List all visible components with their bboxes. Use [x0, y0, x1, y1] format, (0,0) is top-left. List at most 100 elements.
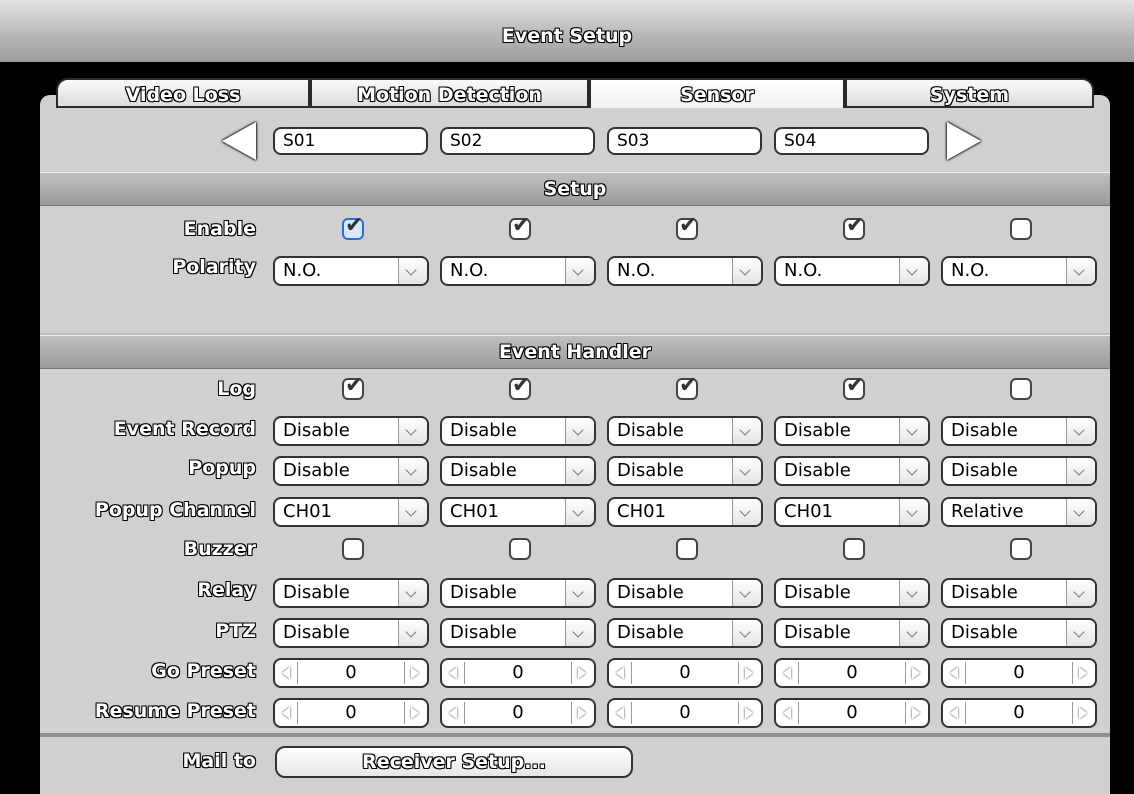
tab-video-loss[interactable]: Video Loss — [56, 78, 310, 108]
chevron-down-icon[interactable] — [732, 580, 761, 606]
enable-checkbox[interactable] — [509, 213, 531, 240]
chevron-down-icon[interactable] — [899, 418, 928, 444]
go-preset-stepper[interactable]: 0 — [273, 658, 429, 688]
decrement-arrow-icon[interactable] — [945, 662, 966, 684]
channel-s04[interactable]: S04 — [774, 127, 929, 155]
chevron-down-icon[interactable] — [732, 458, 761, 484]
tab-system[interactable]: System — [845, 78, 1094, 108]
chevron-down-icon[interactable] — [398, 580, 427, 606]
polarity-select[interactable]: N.O. — [607, 256, 763, 286]
decrement-arrow-icon[interactable] — [778, 662, 799, 684]
increment-arrow-icon[interactable] — [404, 662, 425, 684]
log-checkbox[interactable] — [509, 373, 531, 400]
increment-arrow-icon[interactable] — [738, 702, 759, 724]
chevron-down-icon[interactable] — [1066, 580, 1095, 606]
decrement-arrow-icon[interactable] — [611, 662, 632, 684]
popup-channel-select[interactable]: Relative — [941, 497, 1097, 527]
chevron-down-icon[interactable] — [565, 258, 594, 284]
chevron-down-icon[interactable] — [565, 620, 594, 646]
chevron-down-icon[interactable] — [1066, 458, 1095, 484]
event-record-select[interactable]: Disable — [941, 416, 1097, 446]
popup-channel-select[interactable]: CH01 — [440, 497, 596, 527]
chevron-down-icon[interactable] — [398, 499, 427, 525]
channel-s01[interactable]: S01 — [273, 127, 428, 155]
event-record-select[interactable]: Disable — [607, 416, 763, 446]
polarity-select[interactable]: N.O. — [273, 256, 429, 286]
ptz-select[interactable]: Disable — [273, 618, 429, 648]
chevron-down-icon[interactable] — [1066, 418, 1095, 444]
chevron-down-icon[interactable] — [565, 458, 594, 484]
resume-preset-stepper[interactable]: 0 — [440, 698, 596, 728]
go-preset-stepper[interactable]: 0 — [440, 658, 596, 688]
chevron-down-icon[interactable] — [1066, 499, 1095, 525]
chevron-down-icon[interactable] — [732, 258, 761, 284]
channel-s03[interactable]: S03 — [607, 127, 762, 155]
polarity-select[interactable]: N.O. — [774, 256, 930, 286]
event-record-select[interactable]: Disable — [440, 416, 596, 446]
buzzer-checkbox[interactable] — [509, 538, 531, 560]
channel-s02[interactable]: S02 — [440, 127, 595, 155]
log-checkbox[interactable] — [1010, 378, 1032, 400]
popup-select[interactable]: Disable — [440, 456, 596, 486]
go-preset-stepper[interactable]: 0 — [607, 658, 763, 688]
chevron-down-icon[interactable] — [1066, 258, 1095, 284]
buzzer-checkbox[interactable] — [676, 538, 698, 560]
chevron-down-icon[interactable] — [732, 499, 761, 525]
popup-channel-select[interactable]: CH01 — [273, 497, 429, 527]
log-checkbox[interactable] — [676, 373, 698, 400]
increment-arrow-icon[interactable] — [1072, 662, 1093, 684]
increment-arrow-icon[interactable] — [404, 702, 425, 724]
tab-sensor[interactable]: Sensor — [589, 78, 845, 108]
popup-select[interactable]: Disable — [273, 456, 429, 486]
relay-select[interactable]: Disable — [273, 578, 429, 608]
decrement-arrow-icon[interactable] — [945, 702, 966, 724]
chevron-down-icon[interactable] — [732, 620, 761, 646]
polarity-select[interactable]: N.O. — [440, 256, 596, 286]
chevron-down-icon[interactable] — [398, 418, 427, 444]
chevron-down-icon[interactable] — [398, 458, 427, 484]
buzzer-checkbox[interactable] — [843, 538, 865, 560]
chevron-down-icon[interactable] — [565, 499, 594, 525]
decrement-arrow-icon[interactable] — [444, 702, 465, 724]
increment-arrow-icon[interactable] — [1072, 702, 1093, 724]
chevron-down-icon[interactable] — [398, 258, 427, 284]
increment-arrow-icon[interactable] — [571, 702, 592, 724]
ptz-select[interactable]: Disable — [440, 618, 596, 648]
enable-checkbox[interactable] — [342, 213, 364, 240]
chevron-down-icon[interactable] — [1066, 620, 1095, 646]
increment-arrow-icon[interactable] — [738, 662, 759, 684]
log-checkbox[interactable] — [342, 373, 364, 400]
next-channels-arrow-icon[interactable] — [947, 122, 981, 160]
relay-select[interactable]: Disable — [774, 578, 930, 608]
go-preset-stepper[interactable]: 0 — [941, 658, 1097, 688]
event-record-select[interactable]: Disable — [774, 416, 930, 446]
go-preset-stepper[interactable]: 0 — [774, 658, 930, 688]
increment-arrow-icon[interactable] — [571, 662, 592, 684]
chevron-down-icon[interactable] — [899, 258, 928, 284]
enable-checkbox[interactable] — [676, 213, 698, 240]
chevron-down-icon[interactable] — [565, 418, 594, 444]
popup-select[interactable]: Disable — [607, 456, 763, 486]
ptz-select[interactable]: Disable — [607, 618, 763, 648]
popup-channel-select[interactable]: CH01 — [774, 497, 930, 527]
chevron-down-icon[interactable] — [899, 580, 928, 606]
decrement-arrow-icon[interactable] — [277, 662, 298, 684]
event-record-select[interactable]: Disable — [273, 416, 429, 446]
decrement-arrow-icon[interactable] — [611, 702, 632, 724]
ptz-select[interactable]: Disable — [774, 618, 930, 648]
chevron-down-icon[interactable] — [398, 620, 427, 646]
resume-preset-stepper[interactable]: 0 — [273, 698, 429, 728]
popup-channel-select[interactable]: CH01 — [607, 497, 763, 527]
chevron-down-icon[interactable] — [899, 620, 928, 646]
increment-arrow-icon[interactable] — [905, 662, 926, 684]
enable-checkbox[interactable] — [1010, 218, 1032, 240]
decrement-arrow-icon[interactable] — [778, 702, 799, 724]
relay-select[interactable]: Disable — [440, 578, 596, 608]
resume-preset-stepper[interactable]: 0 — [941, 698, 1097, 728]
relay-select[interactable]: Disable — [607, 578, 763, 608]
polarity-select[interactable]: N.O. — [941, 256, 1097, 286]
chevron-down-icon[interactable] — [899, 499, 928, 525]
increment-arrow-icon[interactable] — [905, 702, 926, 724]
tab-motion-detection[interactable]: Motion Detection — [310, 78, 589, 108]
buzzer-checkbox[interactable] — [342, 538, 364, 560]
